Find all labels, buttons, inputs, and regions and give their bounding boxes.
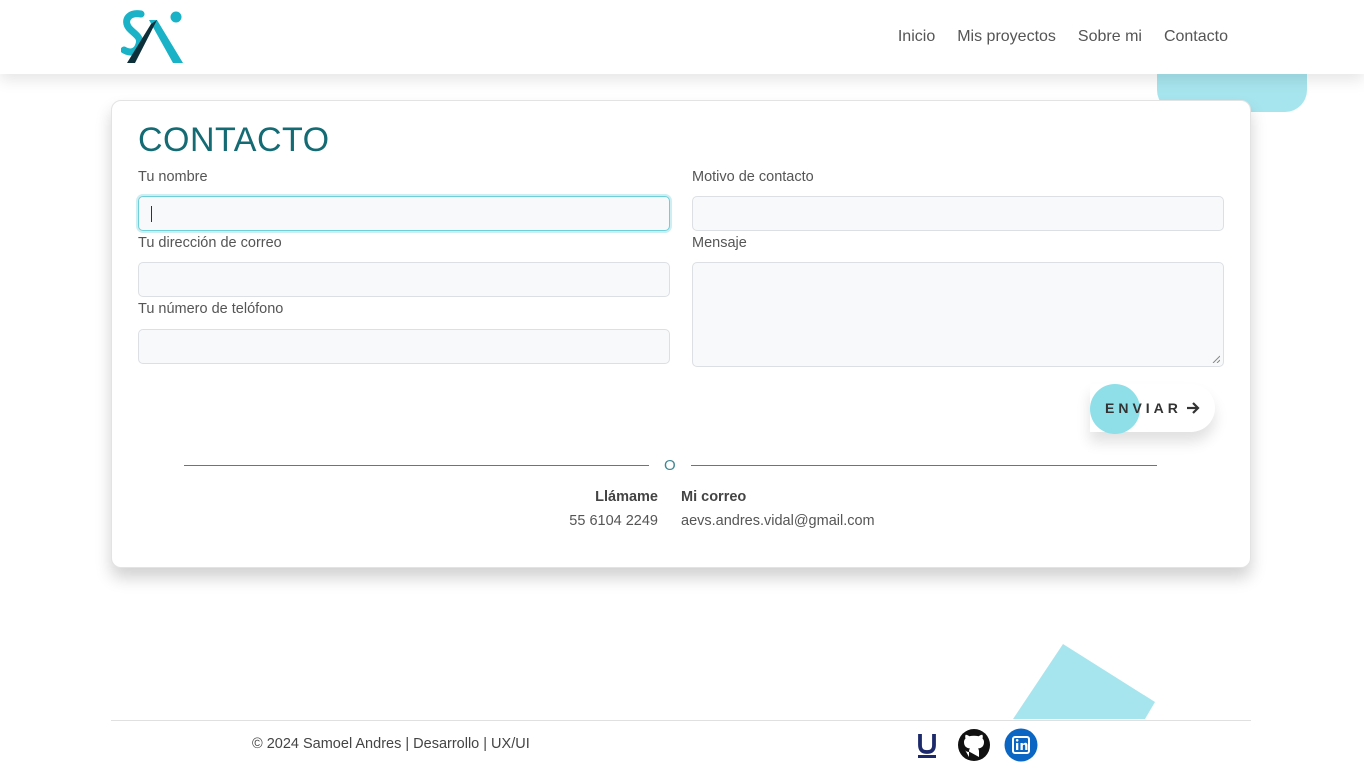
divider-right xyxy=(691,465,1157,466)
nav-sobre-mi[interactable]: Sobre mi xyxy=(1078,28,1142,46)
udemy-icon[interactable] xyxy=(910,728,944,762)
github-icon[interactable] xyxy=(957,728,991,762)
email-label: Tu dirección de correo xyxy=(138,235,282,251)
decorative-triangle xyxy=(1013,644,1155,719)
message-textarea[interactable] xyxy=(692,262,1224,367)
divider-left xyxy=(184,465,649,466)
message-label: Mensaje xyxy=(692,235,747,251)
linkedin-icon[interactable] xyxy=(1004,728,1038,762)
nav-inicio[interactable]: Inicio xyxy=(898,28,935,46)
footer-divider xyxy=(111,720,1251,721)
contact-card: CONTACTO Tu nombre Tu dirección de corre… xyxy=(111,100,1251,568)
send-button[interactable]: ENVIAR xyxy=(1090,384,1215,434)
reason-label: Motivo de contacto xyxy=(692,169,814,185)
name-field[interactable] xyxy=(138,196,670,231)
mail-title: Mi correo xyxy=(681,489,747,505)
call-title: Llámame xyxy=(595,489,658,505)
email-field[interactable] xyxy=(138,262,670,297)
name-label: Tu nombre xyxy=(138,169,208,185)
email-address[interactable]: aevs.andres.vidal@gmail.com xyxy=(681,513,875,529)
phone-field[interactable] xyxy=(138,329,670,364)
page-title: CONTACTO xyxy=(138,121,330,159)
divider-separator: O xyxy=(664,457,676,474)
phone-label: Tu número de telófono xyxy=(138,301,284,317)
arrow-right-icon xyxy=(1187,402,1200,414)
send-button-label: ENVIAR xyxy=(1105,400,1182,416)
phone-number: 55 6104 2249 xyxy=(569,513,658,529)
main-nav: Inicio Mis proyectos Sobre mi Contacto xyxy=(898,28,1228,46)
nav-contacto[interactable]: Contacto xyxy=(1164,28,1228,46)
site-header: Inicio Mis proyectos Sobre mi Contacto xyxy=(0,0,1364,74)
nav-mis-proyectos[interactable]: Mis proyectos xyxy=(957,28,1056,46)
site-logo[interactable] xyxy=(121,10,185,64)
reason-field[interactable] xyxy=(692,196,1224,231)
footer-copyright: © 2024 Samoel Andres | Desarrollo | UX/U… xyxy=(252,736,530,752)
resize-handle-icon[interactable] xyxy=(1212,355,1220,363)
text-caret xyxy=(151,206,152,222)
